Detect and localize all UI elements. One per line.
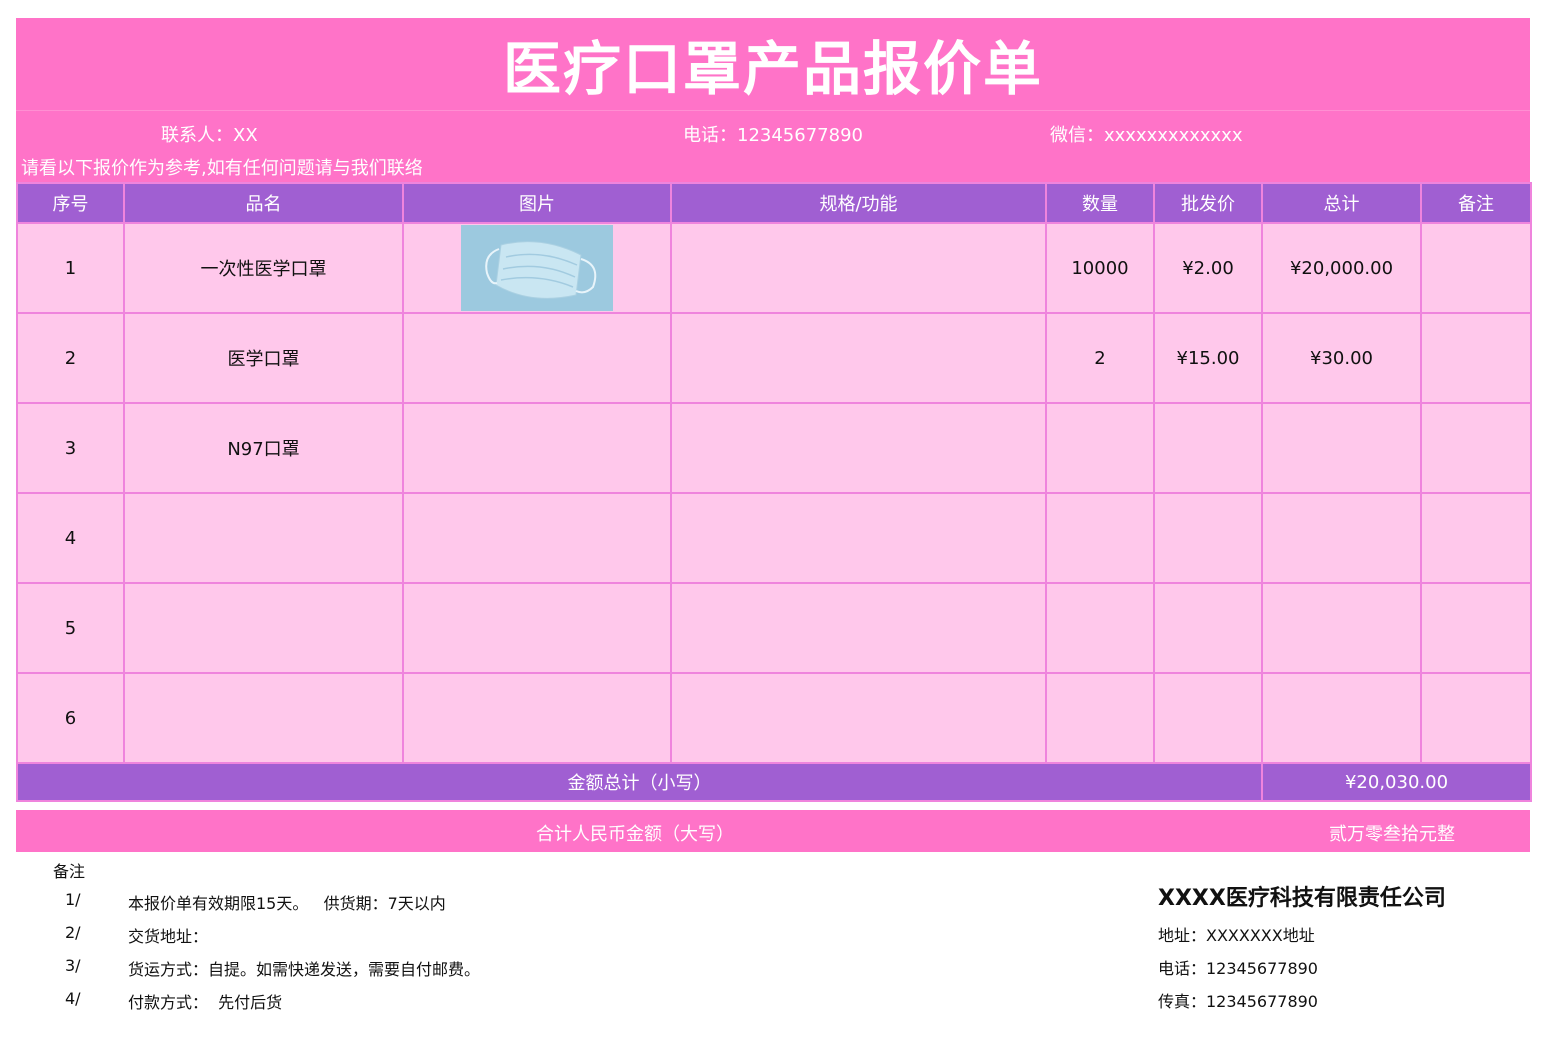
mask-icon: [461, 225, 613, 311]
table-row: 3 N97口罩: [16, 402, 1532, 494]
cell-name: 医学口罩: [123, 312, 404, 404]
cell-remark: [1420, 582, 1532, 674]
table-header-row: 序号 品名 图片 规格/功能 数量 批发价 总计 备注: [16, 182, 1532, 224]
cell-qty: [1045, 402, 1155, 494]
cell-total: [1261, 492, 1422, 584]
contact-wechat: 微信：xxxxxxxxxxxxx: [1050, 125, 1243, 146]
note-index: 3/: [65, 956, 81, 975]
cell-no: 5: [16, 582, 125, 674]
contact-row: 联系人：XX 电话：12345677890 微信：xxxxxxxxxxxxx: [16, 110, 1530, 147]
cell-no: 2: [16, 312, 125, 404]
cell-total: [1261, 672, 1422, 764]
company-address: 地址：XXXXXXX地址: [1158, 926, 1315, 945]
company-phone: 电话：12345677890: [1158, 959, 1318, 978]
cell-qty: [1045, 582, 1155, 674]
cell-remark: [1420, 222, 1532, 314]
header-price: 批发价: [1153, 182, 1263, 224]
cell-price: ¥15.00: [1153, 312, 1263, 404]
cell-image: [402, 582, 672, 674]
company-fax: 传真：12345677890: [1158, 992, 1318, 1011]
cell-remark: [1420, 672, 1532, 764]
cell-image: [402, 492, 672, 584]
cell-price: [1153, 402, 1263, 494]
cell-name: [123, 582, 404, 674]
cell-name: [123, 672, 404, 764]
cell-price: ¥2.00: [1153, 222, 1263, 314]
total-small-value: ¥20,030.00: [1261, 762, 1532, 802]
contact-person: 联系人：XX: [161, 125, 258, 146]
cell-name: 一次性医学口罩: [123, 222, 404, 314]
cell-spec: [670, 312, 1047, 404]
total-upper-label: 合计人民币金额（大写）: [536, 824, 734, 845]
cell-total: ¥30.00: [1261, 312, 1422, 404]
note-text: 交货地址：: [128, 927, 209, 946]
contact-phone: 电话：12345677890: [683, 125, 863, 146]
note-index: 2/: [65, 923, 81, 942]
table-row: 2 医学口罩 2 ¥15.00 ¥30.00: [16, 312, 1532, 404]
title-band: 医疗口罩产品报价单: [16, 18, 1530, 110]
total-small-label: 金额总计（小写）: [16, 762, 1263, 802]
cell-total: [1261, 582, 1422, 674]
cell-price: [1153, 492, 1263, 584]
company-name: XXXX医疗科技有限责任公司: [1158, 886, 1446, 911]
cell-spec: [670, 222, 1047, 314]
cell-name: [123, 492, 404, 584]
header-qty: 数量: [1045, 182, 1155, 224]
total-small-row: 金额总计（小写） ¥20,030.00: [16, 762, 1532, 802]
cell-spec: [670, 492, 1047, 584]
cell-image: [402, 312, 672, 404]
cell-no: 4: [16, 492, 125, 584]
cell-qty: [1045, 672, 1155, 764]
info-band: 联系人：XX 电话：12345677890 微信：xxxxxxxxxxxxx 请…: [16, 110, 1530, 182]
cell-name: N97口罩: [123, 402, 404, 494]
cell-total: [1261, 402, 1422, 494]
header-remark: 备注: [1420, 182, 1532, 224]
total-upper-row: 合计人民币金额（大写） 贰万零叁拾元整: [16, 810, 1530, 852]
header-image: 图片: [402, 182, 672, 224]
header-name: 品名: [123, 182, 404, 224]
cell-remark: [1420, 312, 1532, 404]
company-block: XXXX医疗科技有限责任公司 地址：XXXXXXX地址 电话：123456778…: [1158, 880, 1446, 1011]
cell-no: 3: [16, 402, 125, 494]
note-text: 本报价单有效期限15天。 供货期：7天以内: [128, 894, 446, 913]
header-no: 序号: [16, 182, 125, 224]
cell-no: 1: [16, 222, 125, 314]
table-row: 5: [16, 582, 1532, 674]
cell-image: [402, 402, 672, 494]
cell-spec: [670, 672, 1047, 764]
cell-remark: [1420, 402, 1532, 494]
cell-image: [402, 672, 672, 764]
cell-remark: [1420, 492, 1532, 584]
notes-heading: 备注: [53, 862, 86, 881]
total-upper-value: 贰万零叁拾元整: [1329, 824, 1455, 845]
cell-spec: [670, 582, 1047, 674]
cell-image: [402, 222, 672, 314]
notice-text: 请看以下报价作为参考,如有任何问题请与我们联络: [21, 158, 423, 179]
cell-no: 6: [16, 672, 125, 764]
cell-qty: 10000: [1045, 222, 1155, 314]
note-index: 4/: [65, 989, 81, 1008]
table-row: 4: [16, 492, 1532, 584]
cell-qty: [1045, 492, 1155, 584]
note-text: 货运方式：自提。如需快递发送，需要自付邮费。: [128, 960, 481, 979]
page-title: 医疗口罩产品报价单: [502, 35, 1043, 103]
table-row: 1 一次性医学口罩 10000 ¥2.00 ¥20,000.00: [16, 222, 1532, 314]
cell-price: [1153, 672, 1263, 764]
mask-product-image: [461, 225, 613, 311]
cell-qty: 2: [1045, 312, 1155, 404]
cell-spec: [670, 402, 1047, 494]
cell-total: ¥20,000.00: [1261, 222, 1422, 314]
quote-table: 序号 品名 图片 规格/功能 数量 批发价 总计 备注 1 一次性医学口罩 10…: [16, 182, 1532, 802]
header-total: 总计: [1261, 182, 1422, 224]
cell-price: [1153, 582, 1263, 674]
table-row: 6: [16, 672, 1532, 764]
header-spec: 规格/功能: [670, 182, 1047, 224]
note-text: 付款方式： 先付后货: [128, 993, 283, 1012]
note-index: 1/: [65, 890, 81, 909]
